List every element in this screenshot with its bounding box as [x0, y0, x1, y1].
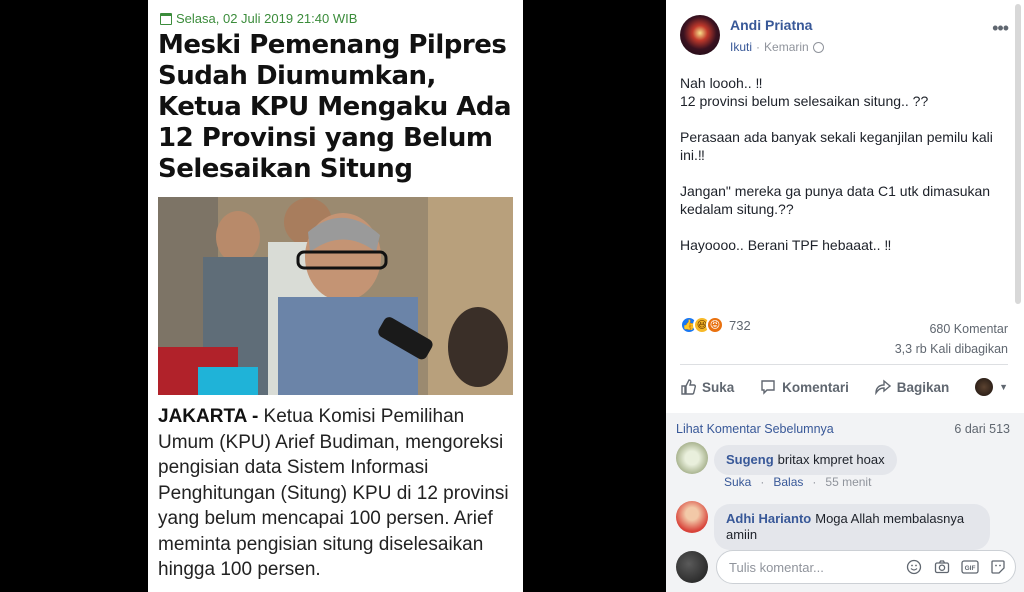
- comment-label: Komentari: [782, 379, 849, 395]
- article-body: JAKARTA - Ketua Komisi Pemilihan Umum (K…: [158, 404, 518, 583]
- meta-separator: ·: [756, 40, 761, 54]
- view-previous-comments-link[interactable]: Lihat Komentar Sebelumnya: [676, 422, 834, 436]
- photo-viewer: Selasa, 02 Juli 2019 21:40 WIB Meski Pem…: [0, 0, 666, 592]
- comment-text: britax kmpret hoax: [777, 452, 885, 467]
- like-label: Suka: [702, 379, 735, 395]
- post-paragraph: Nah loooh.. ‼ 12 provinsi belum selesaik…: [680, 75, 929, 109]
- more-options-icon[interactable]: •••: [992, 18, 1009, 39]
- post-paragraph: Perasaan ada banyak sekali keganjilan pe…: [680, 129, 993, 163]
- divider: [680, 364, 1008, 365]
- comment-input-placeholder: Tulis komentar...: [729, 559, 824, 575]
- comments-count-link[interactable]: 680 Komentar: [895, 319, 1008, 339]
- article-screenshot: Selasa, 02 Juli 2019 21:40 WIB Meski Pem…: [148, 0, 523, 592]
- post-meta: Ikuti · Kemarin: [730, 40, 824, 54]
- composer-icons: GIF: [905, 558, 1007, 576]
- angry-reaction-icon: 😡: [706, 316, 724, 334]
- comment-input[interactable]: Tulis komentar... GIF: [716, 550, 1016, 584]
- svg-text:GIF: GIF: [965, 565, 976, 572]
- globe-icon: [812, 41, 824, 53]
- post-stats: 680 Komentar 3,3 rb Kali dibagikan: [895, 319, 1008, 359]
- comment-action-separator: ·: [760, 475, 765, 489]
- commenter-avatar[interactable]: [676, 442, 708, 474]
- post-time[interactable]: Kemarin: [764, 40, 809, 54]
- commenter-avatar[interactable]: [676, 501, 708, 533]
- comment-composer: Tulis komentar... GIF: [676, 550, 1016, 584]
- comments-section: Lihat Komentar Sebelumnya 6 dari 513 Sug…: [666, 413, 1024, 592]
- audience-selector[interactable]: ▼: [975, 378, 1008, 396]
- comment-action-separator: ·: [812, 475, 817, 489]
- article-body-text: Ketua Komisi Pemilihan Umum (KPU) Arief …: [158, 406, 509, 580]
- commenter-name[interactable]: Sugeng: [726, 452, 774, 467]
- press-photo-illustration: [158, 197, 513, 395]
- comment-actions: Suka · Balas · 55 menit: [724, 475, 871, 489]
- share-button[interactable]: Bagikan: [875, 379, 950, 395]
- thumbs-up-icon: [681, 379, 696, 395]
- comment-like-link[interactable]: Suka: [724, 475, 751, 489]
- like-button[interactable]: Suka: [680, 379, 734, 395]
- comment-bubble: Sugeng britax kmpret hoax: [714, 445, 897, 475]
- post-paragraph: Jangan" mereka ga punya data C1 utk dima…: [680, 183, 991, 217]
- share-icon: [875, 379, 891, 395]
- comment-bubble: Adhi Harianto Moga Allah membalasnya amii…: [714, 504, 990, 550]
- article-photo: [158, 197, 513, 395]
- sticker-icon[interactable]: [989, 558, 1007, 576]
- user-mini-avatar: [975, 378, 994, 396]
- comment-pagination: 6 dari 513: [954, 422, 1010, 436]
- comment-reply-link[interactable]: Balas: [773, 475, 803, 489]
- scrollbar[interactable]: [1015, 4, 1021, 304]
- commenter-name[interactable]: Adhi Harianto: [726, 511, 811, 526]
- comment-button[interactable]: Komentari: [760, 379, 849, 395]
- post-paragraph: Hayoooo.. Berani TPF hebaaat.. ‼: [680, 237, 892, 253]
- article-title: Meski Pemenang Pilpres Sudah Diumumkan, …: [158, 30, 512, 184]
- reaction-count: 732: [729, 317, 751, 333]
- article-date: Selasa, 02 Juli 2019 21:40 WIB: [160, 11, 357, 26]
- share-label: Bagikan: [896, 379, 950, 395]
- post-text: Nah loooh.. ‼ 12 provinsi belum selesaik…: [680, 74, 1000, 272]
- current-user-avatar: [676, 551, 708, 583]
- author-name[interactable]: Andi Priatna: [730, 17, 812, 33]
- gif-icon[interactable]: GIF: [961, 558, 979, 576]
- comment-icon: [761, 380, 775, 395]
- calendar-icon: [160, 12, 172, 25]
- article-lead: JAKARTA -: [158, 406, 259, 427]
- shares-count-link[interactable]: 3,3 rb Kali dibagikan: [895, 339, 1008, 359]
- camera-icon[interactable]: [933, 558, 951, 576]
- comment-time[interactable]: 55 menit: [825, 475, 871, 489]
- emoji-icon[interactable]: [905, 558, 923, 576]
- follow-link[interactable]: Ikuti: [730, 40, 752, 54]
- reaction-summary[interactable]: 👍 😆 😡 732: [680, 316, 751, 334]
- post-actions: Suka Komentari Bagikan ▼: [680, 372, 1008, 402]
- post-panel: Andi Priatna Ikuti · Kemarin ••• Nah loo…: [666, 0, 1024, 592]
- article-date-text: Selasa, 02 Juli 2019 21:40 WIB: [176, 11, 358, 26]
- author-avatar[interactable]: [680, 15, 720, 55]
- chevron-down-icon: ▼: [999, 382, 1008, 392]
